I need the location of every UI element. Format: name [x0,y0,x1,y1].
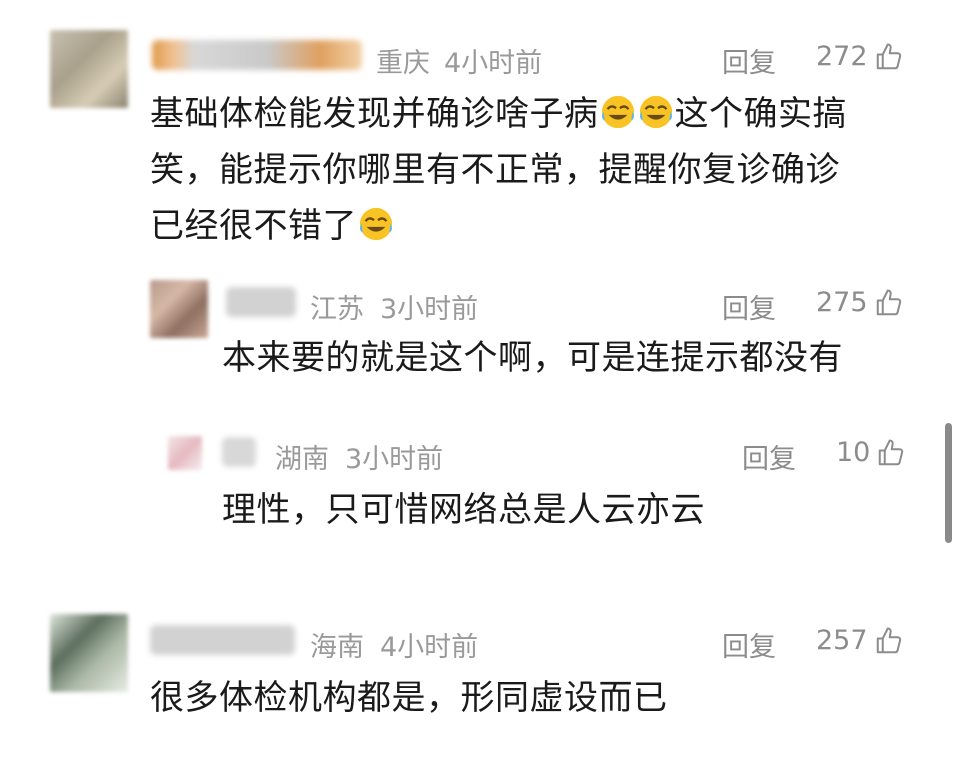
avatar[interactable] [150,280,208,338]
comment-text: 理性，只可惜网络总是人云亦云 [222,482,705,538]
comment-location: 海南 [310,632,364,663]
comment-location: 湖南 [275,444,329,475]
comment-line: 理性，只可惜网络总是人云亦云 [222,490,705,530]
comment-line: 基础体检能发现并确诊啥子病 [150,94,599,134]
comment-location: 重庆 [376,48,430,79]
like-count: 275 [816,287,868,318]
comment-line: 已经很不错了 [150,206,357,246]
like-button[interactable]: 10 [836,437,906,468]
face-with-tears-of-joy-icon [601,95,634,129]
comment-time: 4小时前 [444,48,543,79]
like-button[interactable]: 275 [816,287,904,318]
face-with-tears-of-joy-icon [639,95,672,129]
comment-time: 3小时前 [345,444,444,475]
avatar[interactable] [50,614,128,692]
username-blurred[interactable] [222,437,256,467]
thumbs-up-icon [876,289,901,315]
like-count: 257 [816,625,868,656]
like-count: 272 [816,41,868,72]
reply-button[interactable]: 回复 [722,41,776,80]
comment-text: 很多体检机构都是，形同虚设而已 [150,670,668,726]
comment-text: 基础体检能发现并确诊啥子病 这个确实搞 笑，能提示你哪里有不正常，提醒你复诊确诊 … [150,86,847,254]
like-count: 10 [836,437,871,468]
avatar[interactable] [50,30,128,108]
reply-button[interactable]: 回复 [722,287,776,326]
comment-line: 笑，能提示你哪里有不正常，提醒你复诊确诊 [150,150,840,190]
username-blurred[interactable] [150,625,295,655]
reply-button[interactable]: 回复 [742,437,796,476]
face-with-tears-of-joy-icon [359,207,393,241]
like-button[interactable]: 272 [816,41,904,72]
avatar[interactable] [168,436,202,470]
thumbs-up-icon [876,627,901,653]
thumbs-up-icon [876,43,901,69]
username-blurred[interactable] [226,287,296,317]
reply-button[interactable]: 回复 [722,625,776,664]
thumbs-up-icon [879,439,904,465]
comment-line: 很多体检机构都是，形同虚设而已 [150,678,668,718]
comment-time: 4小时前 [380,632,479,663]
username-blurred[interactable] [152,40,362,70]
scrollbar[interactable] [945,423,952,543]
comment-location: 江苏 [310,294,364,325]
comment-text: 本来要的就是这个啊，可是连提示都没有 [222,330,843,386]
comment-time: 3小时前 [380,294,479,325]
comment-line: 本来要的就是这个啊，可是连提示都没有 [222,338,843,378]
comment-line: 这个确实搞 [674,94,847,134]
like-button[interactable]: 257 [816,625,904,656]
